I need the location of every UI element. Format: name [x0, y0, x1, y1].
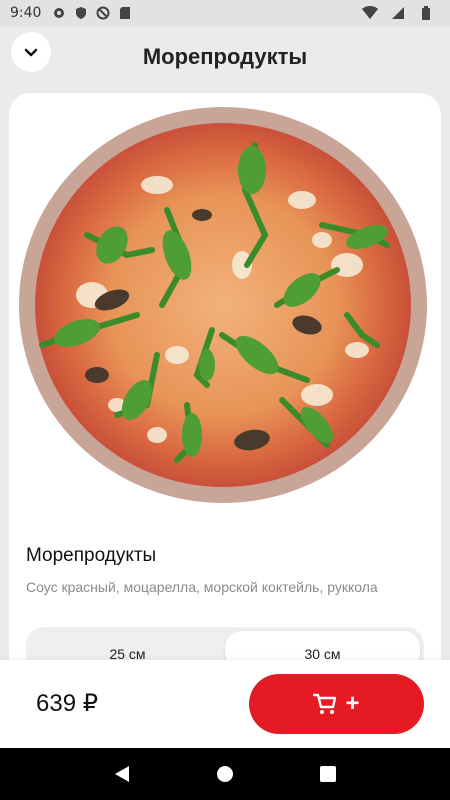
add-plus-label: +	[345, 690, 360, 717]
sd-card-icon	[117, 5, 133, 21]
product-description: Соус красный, моцарелла, морской коктейл…	[26, 579, 378, 595]
chevron-down-icon	[24, 48, 38, 57]
collapse-button[interactable]	[11, 32, 51, 72]
back-icon[interactable]	[112, 764, 132, 784]
signal-icon	[390, 5, 406, 21]
system-nav-bar	[0, 748, 450, 800]
wifi-icon	[362, 5, 378, 21]
page-title: Морепродукты	[142, 44, 308, 69]
pizza-image	[17, 105, 429, 505]
add-to-cart-button[interactable]: +	[249, 674, 424, 734]
purchase-bar: 639 ₽ +	[0, 660, 450, 748]
cart-icon	[313, 693, 337, 714]
price-label: 639 ₽	[36, 690, 98, 717]
product-name: Морепродукты	[26, 545, 157, 566]
battery-icon	[418, 5, 434, 21]
settings-icon	[51, 5, 67, 21]
at-icon	[95, 5, 111, 21]
status-bar: 9:40	[0, 0, 450, 26]
recents-icon[interactable]	[318, 764, 338, 784]
shield-icon	[73, 5, 89, 21]
app-header: Морепродукты	[0, 26, 450, 88]
product-card: Морепродукты Соус красный, моцарелла, мо…	[9, 93, 441, 753]
home-icon[interactable]	[215, 764, 235, 784]
status-time: 9:40	[10, 5, 42, 21]
